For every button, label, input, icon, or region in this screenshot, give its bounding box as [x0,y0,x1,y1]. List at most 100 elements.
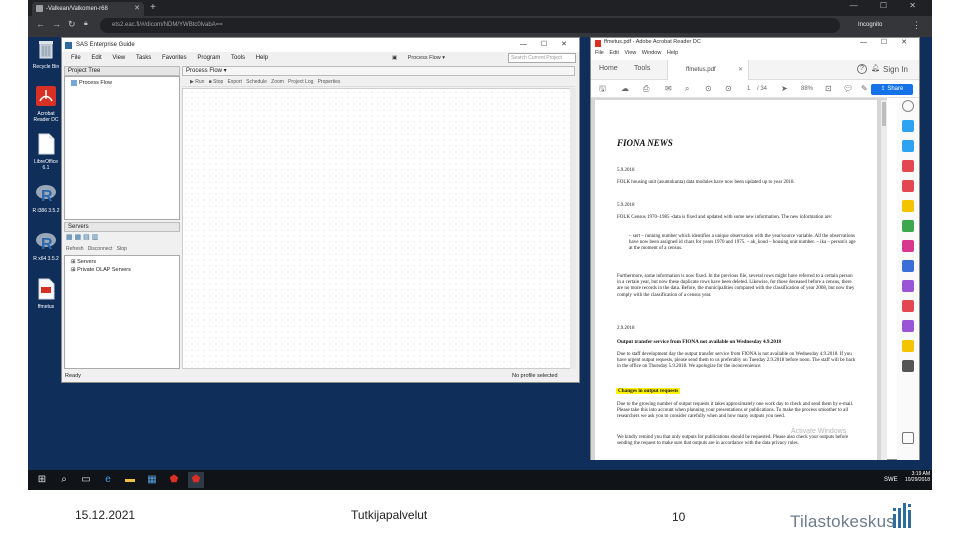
export-pdf-icon[interactable] [902,120,914,132]
tab-tools[interactable]: Tools [634,65,650,72]
window-controls[interactable]: — ☐ ✕ [850,1,926,10]
process-flow-tab[interactable]: Process Flow ▾ [182,66,575,76]
share-button[interactable]: ⇪ Share [871,84,913,95]
print-icon[interactable]: ⎙ [643,80,649,98]
desktop-icon-libreoffice[interactable]: LibreOffice 6.1 [31,133,61,171]
file-explorer-icon[interactable]: ▬ [122,472,138,488]
close-doc-tab-icon[interactable]: ✕ [738,60,743,80]
optimize-pdf-icon[interactable] [902,300,914,312]
browser-menu-icon[interactable]: ⋮ [912,18,921,33]
tools-settings-icon[interactable] [902,360,914,372]
find-icon[interactable]: ⌕ [685,80,689,98]
stop-flow-button[interactable]: ■ Stop [209,79,224,85]
process-flow-canvas[interactable] [182,88,575,369]
schedule-button[interactable]: Schedule [246,79,267,85]
project-log-button[interactable]: Project Log [288,79,313,85]
properties-button[interactable]: Properties [318,79,341,85]
export-button[interactable]: Export [227,79,241,85]
tree-item-servers[interactable]: ⊞ Servers [65,256,179,266]
right-tools-pane [897,100,919,460]
prev-page-icon[interactable]: ⊙ [705,80,712,98]
edge-icon[interactable]: e [100,472,116,488]
forward-icon[interactable]: → [52,19,61,29]
acro-menu-help[interactable]: Help [667,50,678,56]
desktop-icon-recycle-bin[interactable]: Recycle Bin [31,38,61,70]
menu-help[interactable]: Help [256,55,268,61]
next-page-icon[interactable]: ⊙ [725,80,732,98]
notifications-icon[interactable]: 🔔︎ [871,64,881,74]
acro-menu-view[interactable]: View [624,50,636,56]
tree-item-process-flow[interactable]: Process Flow [65,77,179,87]
acrobat-window-controls[interactable]: — ☐ ✕ [860,38,913,46]
desktop-icon-r-x64[interactable]: R R x64 3.5.2 [31,230,61,262]
tray-clock[interactable]: 3:19 AM 10/29/2018 [900,471,930,483]
disconnect-button[interactable]: Disconnect [88,246,113,252]
menu-file[interactable]: File [71,55,81,61]
menu-view[interactable]: View [112,55,125,61]
desktop-icon-r-i386[interactable]: R R i386 3.5.2 [31,182,61,214]
organize-pages-icon[interactable] [902,180,914,192]
comment-icon[interactable]: 💬︎ [843,80,853,98]
run-button[interactable]: ▶ Run [190,79,204,85]
sign-in-link[interactable]: Sign In [883,65,908,74]
url-input[interactable]: ets2.eac.fi/#/dicom/NDM/YWBtc0lvabA== [100,18,840,33]
send-for-signature-icon[interactable] [902,280,914,292]
zoom-button[interactable]: Zoom [271,79,284,85]
comment-tool-icon[interactable] [902,200,914,212]
page-number-input[interactable]: 1 [747,80,750,98]
acrobat-app-icon [595,40,601,47]
more-tools-icon[interactable] [902,320,914,332]
stop-button[interactable]: Stop [117,246,127,252]
desktop-icon-acrobat[interactable]: Acrobat Reader DC [31,85,61,123]
menu-program[interactable]: Program [197,55,220,61]
acro-menu-edit[interactable]: Edit [609,50,618,56]
fill-sign-icon[interactable] [902,240,914,252]
save-icon[interactable]: 🖫︎ [599,80,606,98]
sas-window-controls[interactable]: — ☐ ✕ [520,38,573,52]
create-pdf-icon[interactable] [902,140,914,152]
menu-tools[interactable]: Tools [231,55,245,61]
back-icon[interactable]: ← [36,19,45,29]
highlight-icon[interactable]: ✎ [861,80,868,98]
select-tool-icon[interactable]: ➤ [781,80,788,98]
reload-icon[interactable]: ↻ [68,19,76,30]
servers-view-toolbar[interactable]: ▦ ▦ ▤ ▥ [64,233,180,243]
sas-taskbar-icon[interactable]: ▦ [144,472,160,488]
tab-home[interactable]: Home [599,65,618,72]
canvas-scrollbar[interactable] [570,88,576,369]
pdf-taskbar-icon[interactable]: ⬟ [188,472,204,488]
protect-icon[interactable] [902,260,914,272]
tab-document[interactable]: ffmetus.pdf ✕ [667,60,749,80]
taskbar-search-icon[interactable]: ⌕ [56,472,72,488]
tree-item-olap-servers[interactable]: ⊞ Private OLAP Servers [65,266,179,274]
document-scrollbar[interactable] [881,100,887,460]
email-icon[interactable]: ✉︎ [665,80,672,98]
stamp-icon[interactable] [902,340,914,352]
search-project-input[interactable]: Search Current Project [508,53,576,63]
process-flow-button[interactable]: ▣ Process Flow ▾ [392,53,445,63]
zoom-level[interactable]: 88% [801,80,813,98]
menu-tasks[interactable]: Tasks [136,55,151,61]
keyboard-language[interactable]: SWE [884,477,898,483]
browser-tab[interactable]: -Valkean/Valkomen-r68 ✕ [32,2,144,16]
acrobat-taskbar-icon[interactable]: ⬟ [166,472,182,488]
edit-pdf-icon[interactable] [902,160,914,172]
search-tool-icon[interactable] [902,100,914,112]
footer-date: 15.12.2021 [75,508,136,522]
scroll-thumb[interactable] [882,102,886,126]
start-icon[interactable]: ⊞ [34,472,50,488]
acro-menu-file[interactable]: File [595,50,604,56]
help-icon[interactable]: ? [857,64,867,74]
new-tab-button[interactable]: + [150,2,156,14]
menu-edit[interactable]: Edit [91,55,101,61]
menu-favorites[interactable]: Favorites [162,55,187,61]
close-tab-icon[interactable]: ✕ [134,2,140,16]
acro-menu-window[interactable]: Window [642,50,662,56]
collapse-pane-icon[interactable] [902,432,914,444]
fit-page-icon[interactable]: ⊡ [825,80,832,98]
desktop-icon-pdf-file[interactable]: ffmetus [31,278,61,310]
task-view-icon[interactable]: ▭ [78,472,94,488]
combine-files-icon[interactable] [902,220,914,232]
refresh-button[interactable]: Refresh [66,246,84,252]
upload-icon[interactable]: ☁︎ [621,80,629,98]
